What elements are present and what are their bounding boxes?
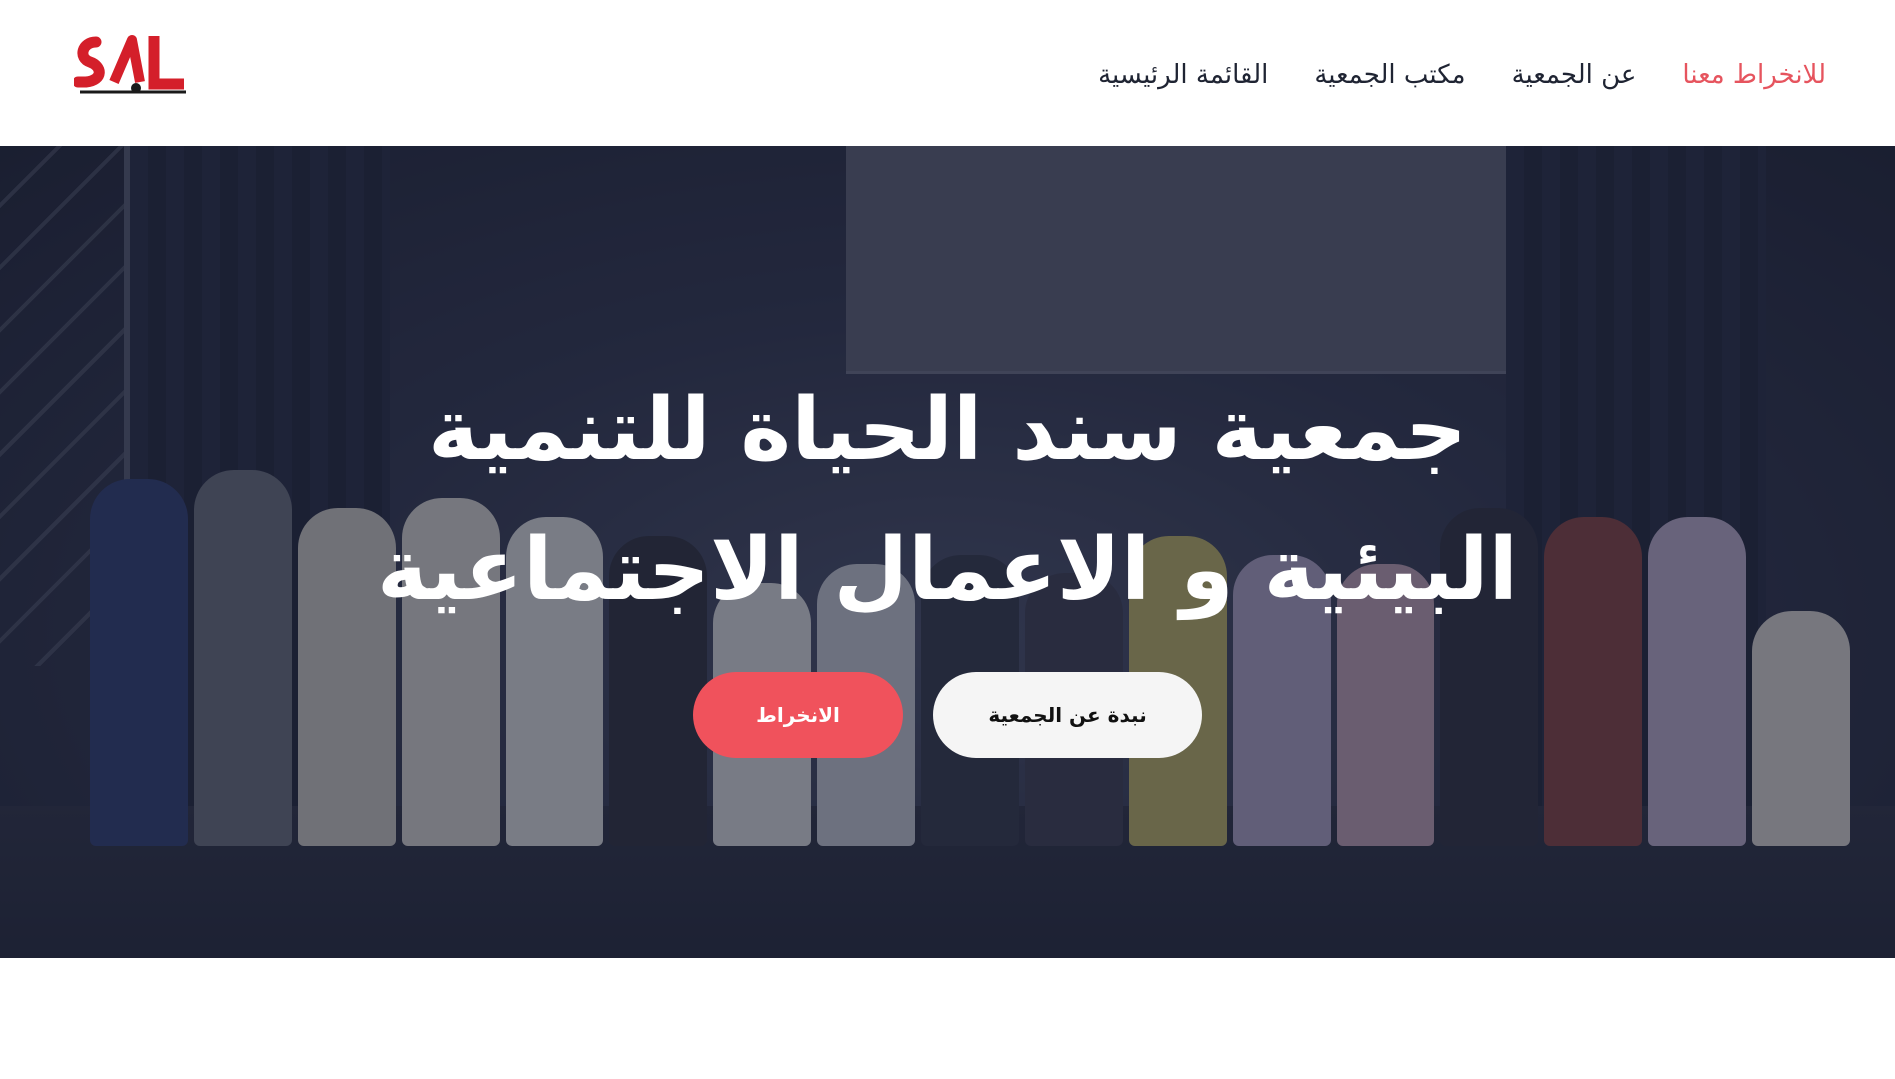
join-button[interactable]: الانخراط [693, 672, 903, 758]
hero-section: جمعية سند الحياة للتنمية البيئية و الاعم… [0, 146, 1895, 958]
main-nav: القائمة الرئيسية مكتب الجمعية عن الجمعية… [1098, 52, 1826, 98]
nav-item-join[interactable]: للانخراط معنا [1682, 52, 1826, 98]
hero-title-line-1: جمعية سند الحياة للتنمية [427, 380, 1468, 480]
about-button[interactable]: نبدة عن الجمعية [933, 672, 1202, 758]
site-header: القائمة الرئيسية مكتب الجمعية عن الجمعية… [0, 0, 1895, 146]
hero-title-line-2: البيئية و الاعمال الاجتماعية [376, 520, 1518, 620]
nav-item-about[interactable]: عن الجمعية [1512, 52, 1637, 98]
hero-title: جمعية سند الحياة للتنمية البيئية و الاعم… [0, 360, 1895, 640]
nav-item-office[interactable]: مكتب الجمعية [1314, 52, 1465, 98]
nav-item-home[interactable]: القائمة الرئيسية [1098, 52, 1268, 98]
logo-icon[interactable] [74, 28, 188, 104]
